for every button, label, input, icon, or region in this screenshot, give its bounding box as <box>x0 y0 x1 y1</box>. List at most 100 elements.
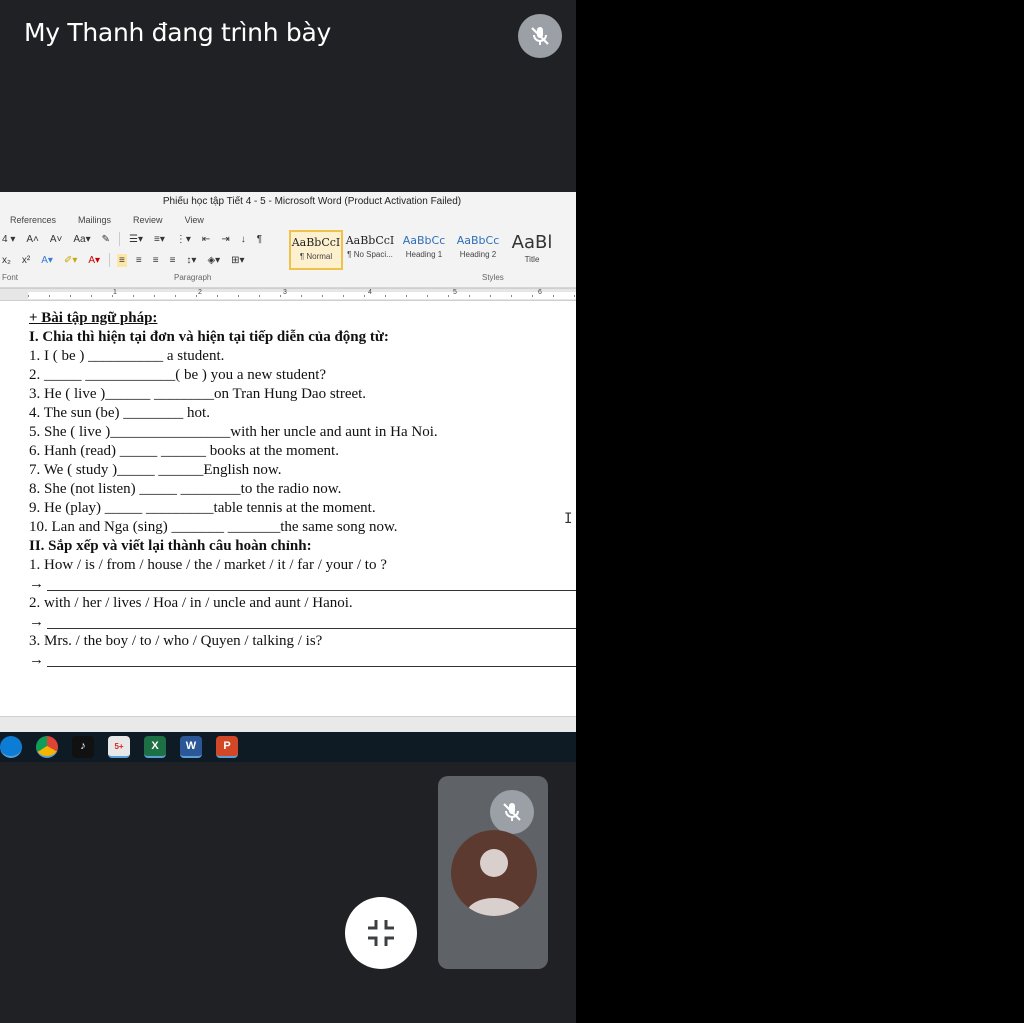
answer-line: → <box>29 575 576 594</box>
group-label-styles: Styles <box>482 273 504 282</box>
sort-icon[interactable]: ↓ <box>239 233 248 246</box>
exercise-line: 6. Hanh (read) _____ ______ books at the… <box>29 443 339 459</box>
text-effects-icon[interactable]: A▾ <box>39 254 55 267</box>
messenger-icon[interactable]: 5+ <box>108 736 130 758</box>
change-case-icon[interactable]: Aa▾ <box>71 233 92 246</box>
ruler-number: 1 <box>113 289 117 296</box>
excel-icon[interactable]: X <box>144 736 166 758</box>
exercise-line: 4. The sun (be) ________ hot. <box>29 405 210 421</box>
show-marks-icon[interactable]: ¶ <box>255 233 264 246</box>
ribbon: 4 ▾ A˄ A˅ Aa▾ ✎ ☰▾ ≡▾ ⋮▾ ⇤ ⇥ ↓ ¶ x₂ x² A… <box>0 228 576 288</box>
exercise-line: 10. Lan and Nga (sing) _______ _______th… <box>29 519 398 535</box>
increase-indent-icon[interactable]: ⇥ <box>219 233 231 246</box>
ruler-number: 3 <box>283 289 287 296</box>
style-no-spacing[interactable]: AaBbCcI ¶ No Spaci... <box>343 230 397 270</box>
grow-font-icon[interactable]: A˄ <box>24 233 41 246</box>
exercise-line: 1. I ( be ) __________ a student. <box>29 348 225 364</box>
styles-gallery: AaBbCcI ¶ Normal AaBbCcI ¶ No Spaci... A… <box>289 230 559 270</box>
highlight-icon[interactable]: ✐▾ <box>62 254 79 267</box>
edge-icon[interactable] <box>0 736 22 758</box>
arrow-icon: → <box>29 576 44 592</box>
part1-heading: I. Chia thì hiện tại đơn và hiện tại tiế… <box>29 329 389 345</box>
ruler-number: 6 <box>538 289 542 296</box>
align-center-icon[interactable]: ≡ <box>134 254 144 267</box>
chrome-icon[interactable] <box>36 736 58 758</box>
sentence-line: 2. with / her / lives / Hoa / in / uncle… <box>29 595 353 611</box>
group-label-font: Font <box>2 273 19 282</box>
ribbon-tabs: References Mailings Review View <box>0 212 576 228</box>
style-title[interactable]: AaBl Title <box>505 230 559 270</box>
borders-icon[interactable]: ⊞▾ <box>229 254 246 267</box>
style-normal[interactable]: AaBbCcI ¶ Normal <box>289 230 343 270</box>
mic-off-icon <box>490 790 534 834</box>
status-bar <box>0 716 576 732</box>
shading-icon[interactable]: ◈▾ <box>205 254 222 267</box>
answer-blank[interactable] <box>47 617 576 629</box>
align-left-icon[interactable]: ≡ <box>117 253 127 267</box>
mic-off-icon[interactable] <box>518 14 562 58</box>
exercise-line: 7. We ( study )_____ ______English now. <box>29 462 282 478</box>
tab-references[interactable]: References <box>10 212 56 228</box>
exit-fullscreen-button[interactable] <box>345 897 417 969</box>
answer-line: → <box>29 651 576 670</box>
document-body[interactable]: + Bài tập ngữ pháp: I. Chia thì hiện tại… <box>0 301 576 691</box>
exercise-line: 8. She (not listen) _____ ________to the… <box>29 481 342 497</box>
group-label-paragraph: Paragraph <box>174 273 212 282</box>
exercise-line: 3. He ( live )______ ________on Tran Hun… <box>29 386 367 402</box>
style-sample: AaBbCcI <box>345 234 395 247</box>
answer-blank[interactable] <box>47 579 576 591</box>
align-right-icon[interactable]: ≡ <box>151 254 161 267</box>
tiktok-icon[interactable]: ♪ <box>72 736 94 758</box>
word-title-bar: Phiếu học tập Tiết 4 - 5 - Microsoft Wor… <box>0 192 576 212</box>
style-sample: AaBl <box>511 232 553 253</box>
arrow-icon: → <box>29 614 44 630</box>
style-heading-1[interactable]: AaBbCc Heading 1 <box>397 230 451 270</box>
arrow-icon: → <box>29 652 44 668</box>
shrink-font-icon[interactable]: A˅ <box>48 233 65 246</box>
tab-mailings[interactable]: Mailings <box>78 212 111 228</box>
style-sample: AaBbCc <box>402 234 446 247</box>
style-name: Heading 2 <box>459 250 497 259</box>
powerpoint-icon[interactable]: P <box>216 736 238 758</box>
style-name: ¶ No Spaci... <box>347 250 393 259</box>
ruler: 1 2 3 4 5 6 <box>0 288 576 301</box>
exercise-line: 9. He (play) _____ _________table tennis… <box>29 500 376 516</box>
screen-share: Phiếu học tập Tiết 4 - 5 - Microsoft Wor… <box>0 192 576 762</box>
meet-panel: My Thanh đang trình bày Phiếu học tập Ti… <box>0 0 576 1023</box>
screen: My Thanh đang trình bày Phiếu học tập Ti… <box>0 0 1024 1023</box>
subscript-icon[interactable]: x₂ <box>0 254 13 267</box>
decrease-indent-icon[interactable]: ⇤ <box>200 233 212 246</box>
divider <box>119 232 121 246</box>
exercise-line: 2. _____ ____________( be ) you a new st… <box>29 367 327 383</box>
exercise-line: 5. She ( live )________________with her … <box>29 424 438 440</box>
justify-icon[interactable]: ≡ <box>168 254 178 267</box>
collapse-icon <box>368 920 394 946</box>
divider <box>109 253 111 267</box>
sentence-line: 3. Mrs. / the boy / to / who / Quyen / t… <box>29 633 323 649</box>
numbering-icon[interactable]: ≡▾ <box>152 233 167 246</box>
font-color-icon[interactable]: A▾ <box>86 254 102 267</box>
multilevel-icon[interactable]: ⋮▾ <box>174 233 193 246</box>
ruler-number: 5 <box>453 289 457 296</box>
word-icon[interactable]: W <box>180 736 202 758</box>
avatar <box>451 830 537 916</box>
ruler-number: 4 <box>368 289 372 296</box>
sentence-line: 1. How / is / from / house / the / marke… <box>29 557 387 573</box>
tab-view[interactable]: View <box>185 212 204 228</box>
style-heading-2[interactable]: AaBbCc Heading 2 <box>451 230 505 270</box>
line-spacing-icon[interactable]: ↕▾ <box>184 254 198 267</box>
style-sample: AaBbCcI <box>291 236 341 249</box>
ribbon-row-top: 4 ▾ A˄ A˅ Aa▾ ✎ ☰▾ ≡▾ ⋮▾ ⇤ ⇥ ↓ ¶ <box>0 232 264 246</box>
font-size-dropdown[interactable]: 4 ▾ <box>0 233 17 246</box>
ribbon-row-bottom: x₂ x² A▾ ✐▾ A▾ ≡ ≡ ≡ ≡ ↕▾ ◈▾ ⊞▾ <box>0 253 247 267</box>
clear-format-icon[interactable]: ✎ <box>100 233 112 246</box>
tab-review[interactable]: Review <box>133 212 163 228</box>
bullets-icon[interactable]: ☰▾ <box>127 233 145 246</box>
superscript-icon[interactable]: x² <box>20 254 32 267</box>
part2-heading: II. Sắp xếp và viết lại thành câu hoàn c… <box>29 538 312 554</box>
answer-blank[interactable] <box>47 655 576 667</box>
style-sample: AaBbCc <box>456 234 500 247</box>
section-title: + Bài tập ngữ pháp: <box>29 310 158 326</box>
presenter-title: My Thanh đang trình bày <box>24 18 331 47</box>
answer-line: → <box>29 613 576 632</box>
